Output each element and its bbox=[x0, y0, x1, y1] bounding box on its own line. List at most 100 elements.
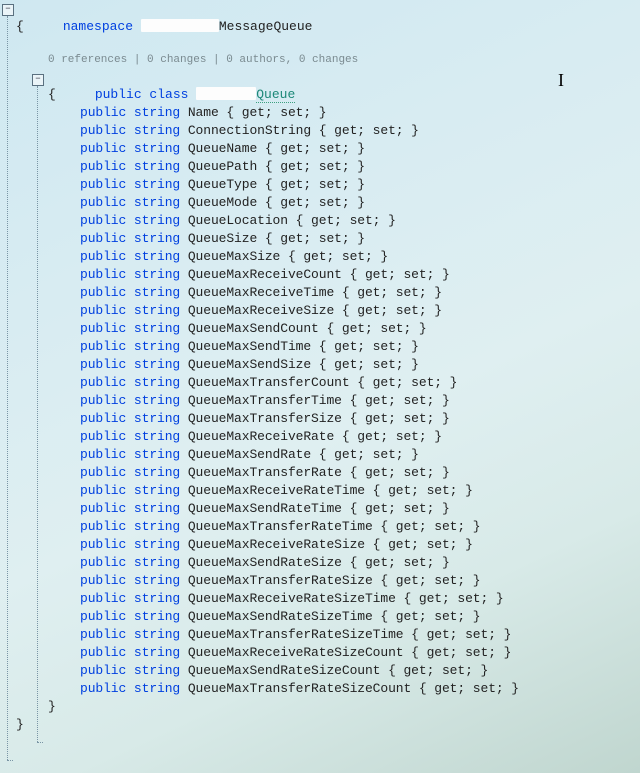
keyword-string: string bbox=[134, 177, 180, 192]
property-line: public string QueueMaxSendRate { get; se… bbox=[16, 446, 636, 464]
keyword-public: public bbox=[80, 159, 126, 174]
property-name: QueueMaxSendCount { get; set; } bbox=[180, 321, 426, 336]
keyword-public: public bbox=[80, 267, 126, 282]
property-name: QueueMaxTransferRateTime { get; set; } bbox=[180, 519, 480, 534]
fold-toggle-namespace[interactable]: − bbox=[2, 4, 14, 16]
property-name: Name { get; set; } bbox=[180, 105, 326, 120]
keyword-string: string bbox=[134, 393, 180, 408]
property-line: public string QueueMode { get; set; } bbox=[16, 194, 636, 212]
property-line: public string QueueMaxSendRateSizeTime {… bbox=[16, 608, 636, 626]
keyword-string: string bbox=[134, 375, 180, 390]
redacted-classname bbox=[196, 87, 256, 100]
outline-line-namespace bbox=[7, 16, 8, 760]
property-name: QueueMaxSendRateSizeTime { get; set; } bbox=[180, 609, 480, 624]
keyword-public: public bbox=[80, 285, 126, 300]
property-line: public string QueueMaxReceiveRate { get;… bbox=[16, 428, 636, 446]
text-cursor: I bbox=[558, 70, 564, 91]
code-body[interactable]: namespace MessageQueue { 0 references | … bbox=[16, 0, 636, 734]
keyword-string: string bbox=[134, 231, 180, 246]
keyword-string: string bbox=[134, 213, 180, 228]
keyword-string: string bbox=[134, 357, 180, 372]
outline-end-namespace bbox=[7, 760, 13, 761]
property-name: QueueMaxSendSize { get; set; } bbox=[180, 357, 419, 372]
keyword-string: string bbox=[134, 339, 180, 354]
property-name: QueueMaxTransferSize { get; set; } bbox=[180, 411, 450, 426]
keyword-string: string bbox=[134, 663, 180, 678]
code-editor[interactable]: − − namespace MessageQueue { 0 reference… bbox=[0, 0, 640, 773]
keyword-public: public bbox=[80, 141, 126, 156]
keyword-public: public bbox=[80, 249, 126, 264]
keyword-string: string bbox=[134, 483, 180, 498]
keyword-public: public bbox=[80, 411, 126, 426]
property-name: QueueMaxSize { get; set; } bbox=[180, 249, 388, 264]
scrollbar[interactable] bbox=[634, 0, 640, 773]
redacted-namespace bbox=[141, 19, 219, 32]
keyword-public: public bbox=[80, 195, 126, 210]
property-name: QueueSize { get; set; } bbox=[180, 231, 365, 246]
keyword-string: string bbox=[134, 321, 180, 336]
property-line: public string QueueMaxReceiveRateSize { … bbox=[16, 536, 636, 554]
keyword-string: string bbox=[134, 627, 180, 642]
property-line: public string QueueLocation { get; set; … bbox=[16, 212, 636, 230]
property-name: QueueMaxReceiveSize { get; set; } bbox=[180, 303, 442, 318]
property-name: QueueMaxSendRateSize { get; set; } bbox=[180, 555, 450, 570]
keyword-string: string bbox=[134, 303, 180, 318]
property-name: QueueLocation { get; set; } bbox=[180, 213, 396, 228]
property-line: public string QueueMaxSendTime { get; se… bbox=[16, 338, 636, 356]
keyword-public: public bbox=[80, 627, 126, 642]
keyword-public: public bbox=[80, 663, 126, 678]
property-name: QueueType { get; set; } bbox=[180, 177, 365, 192]
keyword-public: public bbox=[80, 375, 126, 390]
property-line: public string QueueMaxTransferSize { get… bbox=[16, 410, 636, 428]
property-line: public string QueueSize { get; set; } bbox=[16, 230, 636, 248]
property-line: public string QueueName { get; set; } bbox=[16, 140, 636, 158]
property-name: QueueMode { get; set; } bbox=[180, 195, 365, 210]
keyword-public: public bbox=[80, 339, 126, 354]
property-name: QueueMaxTransferRate { get; set; } bbox=[180, 465, 450, 480]
property-line: public string QueueMaxReceiveCount { get… bbox=[16, 266, 636, 284]
property-name: QueueMaxReceiveCount { get; set; } bbox=[180, 267, 450, 282]
keyword-public: public bbox=[80, 465, 126, 480]
keyword-string: string bbox=[134, 519, 180, 534]
property-line: public string QueueMaxSendCount { get; s… bbox=[16, 320, 636, 338]
keyword-public: public bbox=[80, 645, 126, 660]
keyword-public: public bbox=[80, 177, 126, 192]
properties-block: public string Name { get; set; } public s… bbox=[16, 104, 636, 698]
keyword-string: string bbox=[134, 501, 180, 516]
property-line: public string QueuePath { get; set; } bbox=[16, 158, 636, 176]
property-name: QueueMaxTransferRateSizeCount { get; set… bbox=[180, 681, 519, 696]
keyword-string: string bbox=[134, 195, 180, 210]
property-name: QueueMaxReceiveRateSizeTime { get; set; … bbox=[180, 591, 503, 606]
keyword-string: string bbox=[134, 537, 180, 552]
property-line: public string QueueMaxReceiveRateSizeTim… bbox=[16, 590, 636, 608]
keyword-public: public bbox=[80, 123, 126, 138]
property-line: public string ConnectionString { get; se… bbox=[16, 122, 636, 140]
property-line: public string QueueMaxTransferTime { get… bbox=[16, 392, 636, 410]
property-name: QueueMaxTransferRateSizeTime { get; set;… bbox=[180, 627, 511, 642]
property-name: QueueMaxReceiveRate { get; set; } bbox=[180, 429, 442, 444]
property-line: public string QueueType { get; set; } bbox=[16, 176, 636, 194]
keyword-public: public bbox=[80, 213, 126, 228]
property-name: QueueMaxSendRate { get; set; } bbox=[180, 447, 419, 462]
property-name: QueueMaxReceiveRateSize { get; set; } bbox=[180, 537, 473, 552]
codelens[interactable]: 0 references | 0 changes | 0 authors, 0 … bbox=[16, 52, 636, 68]
property-line: public string QueueMaxTransferRateSizeTi… bbox=[16, 626, 636, 644]
property-line: public string QueueMaxTransferRate { get… bbox=[16, 464, 636, 482]
property-name: QueueMaxReceiveRateSizeCount { get; set;… bbox=[180, 645, 511, 660]
keyword-public: public bbox=[80, 519, 126, 534]
keyword-string: string bbox=[134, 429, 180, 444]
property-line: public string QueueMaxSendRateTime { get… bbox=[16, 500, 636, 518]
property-line: public string QueueMaxSendSize { get; se… bbox=[16, 356, 636, 374]
property-line: public string QueueMaxReceiveRateSizeCou… bbox=[16, 644, 636, 662]
keyword-public: public bbox=[80, 591, 126, 606]
keyword-public: public bbox=[80, 681, 126, 696]
blank-line bbox=[16, 36, 636, 52]
property-line: public string QueueMaxTransferRateSizeCo… bbox=[16, 680, 636, 698]
property-line: public string QueueMaxSize { get; set; } bbox=[16, 248, 636, 266]
brace-close-namespace: } bbox=[16, 716, 636, 734]
class-name-suffix: Queue bbox=[256, 87, 295, 103]
keyword-public: public bbox=[80, 609, 126, 624]
property-name: QueueMaxSendRateSizeCount { get; set; } bbox=[180, 663, 488, 678]
property-line: public string QueueMaxReceiveRateTime { … bbox=[16, 482, 636, 500]
keyword-string: string bbox=[134, 465, 180, 480]
